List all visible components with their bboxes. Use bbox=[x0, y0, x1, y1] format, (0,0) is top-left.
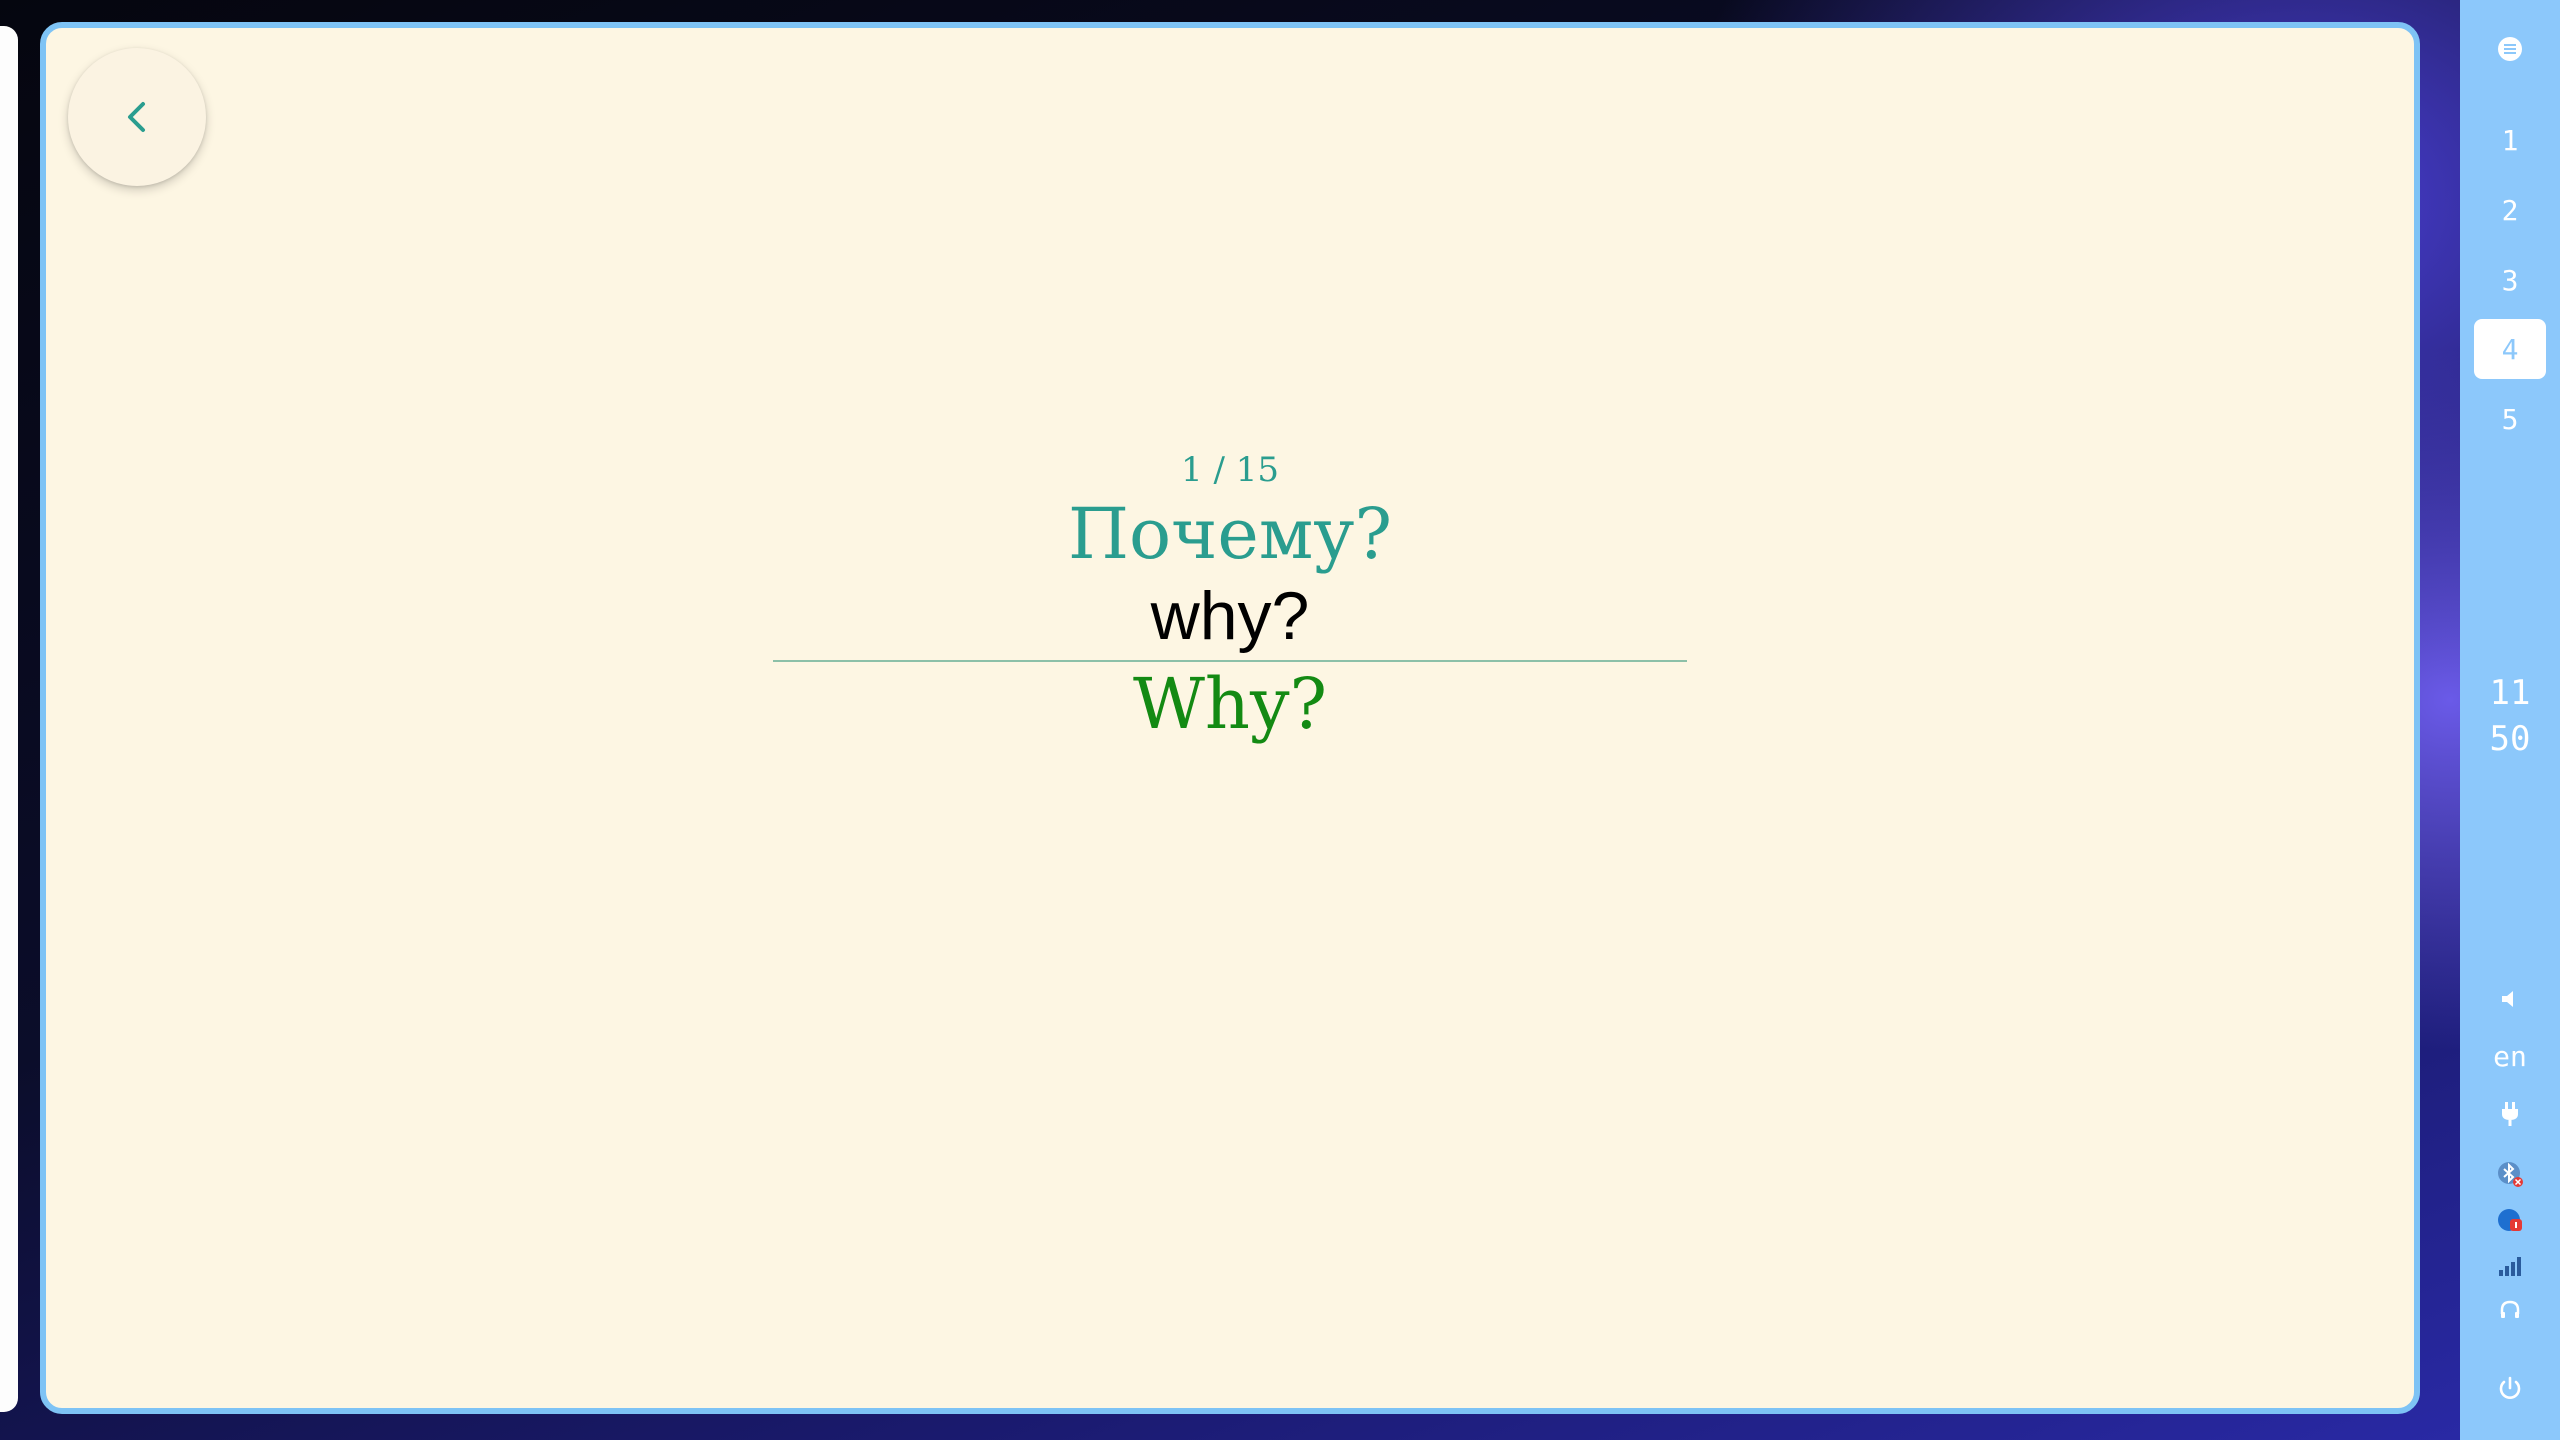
keyboard-layout-indicator[interactable]: en bbox=[2460, 1040, 2560, 1073]
clock: 11 50 bbox=[2460, 670, 2560, 762]
workspace-2[interactable]: 2 bbox=[2474, 180, 2546, 240]
clock-minutes: 50 bbox=[2489, 719, 2531, 759]
back-button[interactable] bbox=[68, 48, 206, 186]
workspace-1[interactable]: 1 bbox=[2474, 110, 2546, 170]
headphones-icon[interactable] bbox=[2494, 1294, 2526, 1326]
signal-icon[interactable] bbox=[2494, 1250, 2526, 1282]
background-window-edge[interactable] bbox=[0, 26, 18, 1412]
flashcard: 1 / 15 Почему? why? Why? bbox=[46, 448, 2414, 746]
network-error-icon[interactable] bbox=[2494, 1205, 2526, 1237]
power-icon[interactable] bbox=[2494, 1373, 2526, 1405]
chevron-left-icon bbox=[128, 102, 145, 132]
clock-hours: 11 bbox=[2489, 673, 2531, 713]
side-panel: 1 2 3 4 5 11 50 en bbox=[2460, 0, 2560, 1440]
bluetooth-off-icon[interactable] bbox=[2494, 1158, 2526, 1190]
workspace-3[interactable]: 3 bbox=[2474, 250, 2546, 310]
volume-icon[interactable] bbox=[2494, 983, 2526, 1015]
typed-answer: why? bbox=[1150, 578, 1310, 654]
correct-answer: Why? bbox=[1132, 663, 1328, 745]
source-word: Почему? bbox=[1067, 493, 1393, 575]
workspace-4[interactable]: 4 bbox=[2474, 319, 2546, 379]
card-counter: 1 / 15 bbox=[1181, 450, 1279, 490]
flashcard-app-window: 1 / 15 Почему? why? Why? bbox=[40, 22, 2420, 1414]
power-plug-icon[interactable] bbox=[2494, 1098, 2526, 1130]
workspace-5[interactable]: 5 bbox=[2474, 389, 2546, 449]
menu-icon[interactable] bbox=[2494, 33, 2526, 65]
